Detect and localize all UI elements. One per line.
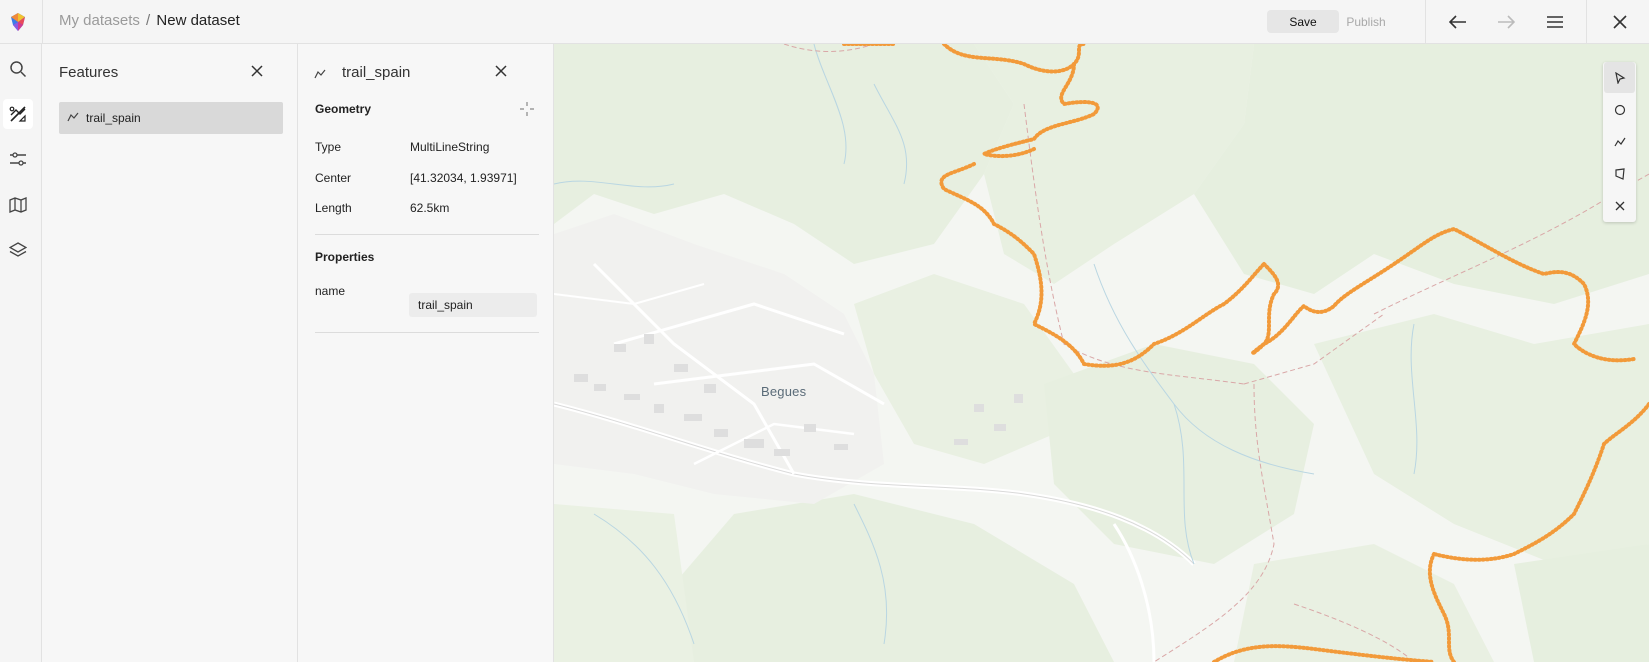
draw-toolbar xyxy=(1603,62,1636,222)
feature-list-item-label: trail_spain xyxy=(86,111,141,125)
save-button[interactable]: Save xyxy=(1267,10,1339,33)
undo-arrow-icon[interactable] xyxy=(1445,9,1471,35)
topbar-divider xyxy=(1586,0,1587,44)
properties-section-title: Properties xyxy=(315,250,375,264)
property-name-input[interactable] xyxy=(409,293,537,317)
feature-list-item[interactable]: trail_spain xyxy=(59,102,283,134)
line-icon[interactable] xyxy=(1604,126,1635,157)
breadcrumb-current: New dataset xyxy=(156,12,240,29)
geometry-type-key: Type xyxy=(315,140,342,154)
crosshair-center-icon[interactable] xyxy=(519,101,535,117)
breadcrumb-separator: / xyxy=(146,12,151,29)
geometry-length-value: 62.5km xyxy=(410,201,450,215)
section-divider xyxy=(315,332,539,333)
redo-arrow-icon[interactable] xyxy=(1493,9,1519,35)
circle-icon[interactable] xyxy=(1604,94,1635,125)
breadcrumb-parent-link[interactable]: My datasets xyxy=(59,12,140,29)
edit-features-icon[interactable] xyxy=(3,99,33,129)
features-panel-title: Features xyxy=(59,64,119,81)
features-panel: Features trail_spain xyxy=(42,44,298,662)
breadcrumb: My datasets / New dataset xyxy=(59,12,240,29)
features-panel-close-icon[interactable] xyxy=(247,61,267,81)
close-icon[interactable] xyxy=(1607,9,1633,35)
geometry-center-value: [41.32034, 1.93971] xyxy=(410,171,517,185)
close-icon[interactable] xyxy=(1604,190,1635,221)
line-string-icon xyxy=(67,109,79,127)
map-basemap xyxy=(554,44,1649,662)
geometry-length-key: Length xyxy=(315,201,352,215)
search-icon[interactable] xyxy=(3,54,33,84)
map-canvas[interactable]: Begues xyxy=(554,44,1649,662)
geometry-type-value: MultiLineString xyxy=(410,140,490,154)
topbar-divider xyxy=(42,0,43,44)
pointer-icon[interactable] xyxy=(1604,62,1635,93)
top-bar: My datasets / New dataset Save Publish xyxy=(0,0,1649,44)
app-logo-icon[interactable] xyxy=(7,11,29,33)
geometry-section-title: Geometry xyxy=(315,102,372,116)
geometry-center-key: Center xyxy=(315,171,352,185)
topbar-divider xyxy=(1425,0,1426,44)
feature-detail-panel: trail_spain Geometry Type MultiLineStrin… xyxy=(298,44,554,662)
left-rail xyxy=(0,44,42,662)
layers-icon[interactable] xyxy=(3,235,33,265)
sliders-icon[interactable] xyxy=(3,144,33,174)
detail-panel-close-icon[interactable] xyxy=(491,61,511,81)
feature-detail-title: trail_spain xyxy=(342,64,411,81)
map-icon[interactable] xyxy=(3,190,33,220)
line-string-icon xyxy=(314,66,326,84)
publish-button[interactable]: Publish xyxy=(1330,10,1402,33)
map-place-label: Begues xyxy=(761,384,807,399)
section-divider xyxy=(315,234,539,235)
polygon-icon[interactable] xyxy=(1604,158,1635,189)
property-name-key: name xyxy=(315,284,346,298)
menu-icon[interactable] xyxy=(1542,9,1568,35)
